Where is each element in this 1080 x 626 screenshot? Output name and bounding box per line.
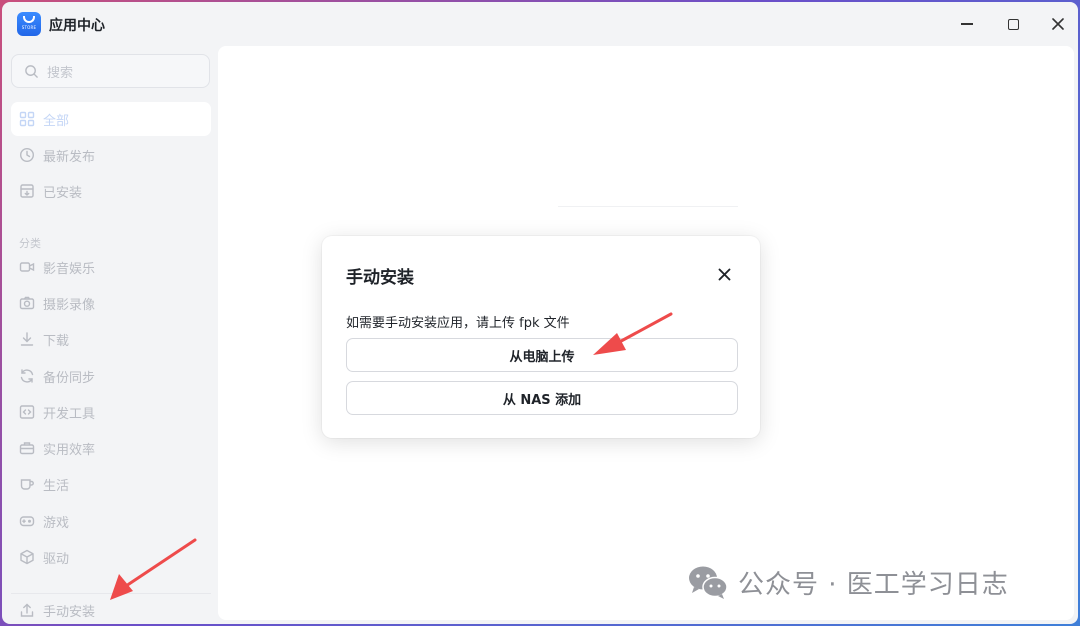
sidebar-item-life[interactable]: 生活 [11,467,211,501]
search-icon [25,64,38,78]
upload-icon [19,602,35,618]
sidebar-item-all[interactable]: 全部 [11,102,211,136]
gamepad-icon [19,513,35,529]
sidebar-item-media[interactable]: 影音娱乐 [11,250,211,284]
app-icon-text: STORE [21,25,37,30]
sidebar-item-installed[interactable]: 已安装 [11,174,211,208]
sidebar-item-download[interactable]: 下载 [11,322,211,356]
toolbox-icon [19,440,35,456]
wechat-watermark: 公众号 · 医工学习日志 [686,562,1009,602]
sidebar-item-label: 影音娱乐 [43,261,96,277]
clock-icon [19,147,35,163]
sidebar-item-label: 手动安装 [43,604,96,620]
sidebar-item-label: 游戏 [43,515,70,531]
dialog-title: 手动安装 [346,268,414,288]
sidebar-item-label: 最新发布 [43,149,96,165]
installed-box-icon [19,183,35,199]
sidebar-item-label: 已安装 [43,185,83,201]
sync-icon [19,368,35,384]
wechat-logo-icon [689,566,728,599]
cup-icon [19,476,35,492]
dialog-description: 如需要手动安装应用，请上传 fpk 文件 [346,316,570,331]
sidebar: 搜索 全部 最新发布 已安装 分类 影音娱乐 摄影录像 下载 备份同步 开发工具… [2,46,218,624]
manual-install-dialog: 手动安装 如需要手动安装应用，请上传 fpk 文件 从电脑上传 从 NAS 添加 [322,236,760,438]
store-app-icon: STORE [17,12,41,36]
close-window-button[interactable] [1046,12,1070,36]
grid-icon [19,111,35,127]
sidebar-item-label: 摄影录像 [43,297,96,313]
sidebar-item-label: 实用效率 [43,442,96,458]
search-input[interactable]: 搜索 [11,54,210,88]
app-title: 应用中心 [49,18,105,34]
sidebar-item-photo[interactable]: 摄影录像 [11,286,211,320]
sidebar-item-label: 备份同步 [43,370,96,386]
maximize-icon [1007,18,1019,30]
dialog-close-button[interactable] [714,264,734,284]
sidebar-item-label: 下载 [43,333,70,349]
upload-from-pc-button[interactable]: 从电脑上传 [346,338,738,372]
sidebar-item-devtools[interactable]: 开发工具 [11,395,211,429]
sidebar-item-backup[interactable]: 备份同步 [11,359,211,393]
sidebar-item-drivers[interactable]: 驱动 [11,540,211,574]
minimize-button[interactable] [955,12,979,36]
watermark-text: 公众号 · 医工学习日志 [738,569,1009,600]
sidebar-item-manual-install[interactable]: 手动安装 [11,593,211,624]
sidebar-item-games[interactable]: 游戏 [11,504,211,538]
close-icon [1052,18,1064,30]
sidebar-item-latest[interactable]: 最新发布 [11,138,211,172]
minimize-icon [961,23,973,25]
video-camera-icon [19,259,35,275]
code-icon [19,404,35,420]
category-section-label: 分类 [19,237,41,250]
sidebar-item-label: 生活 [43,478,70,494]
download-icon [19,331,35,347]
cube-icon [19,549,35,565]
camera-icon [19,295,35,311]
maximize-button[interactable] [1001,12,1025,36]
title-bar: STORE 应用中心 [2,2,1078,46]
sidebar-item-label: 全部 [43,113,70,129]
faint-divider [558,206,738,207]
sidebar-item-label: 驱动 [43,551,70,567]
search-placeholder: 搜索 [47,65,74,81]
add-from-nas-button[interactable]: 从 NAS 添加 [346,381,738,415]
sidebar-item-productivity[interactable]: 实用效率 [11,431,211,465]
sidebar-item-label: 开发工具 [43,406,96,422]
close-icon [718,268,730,280]
